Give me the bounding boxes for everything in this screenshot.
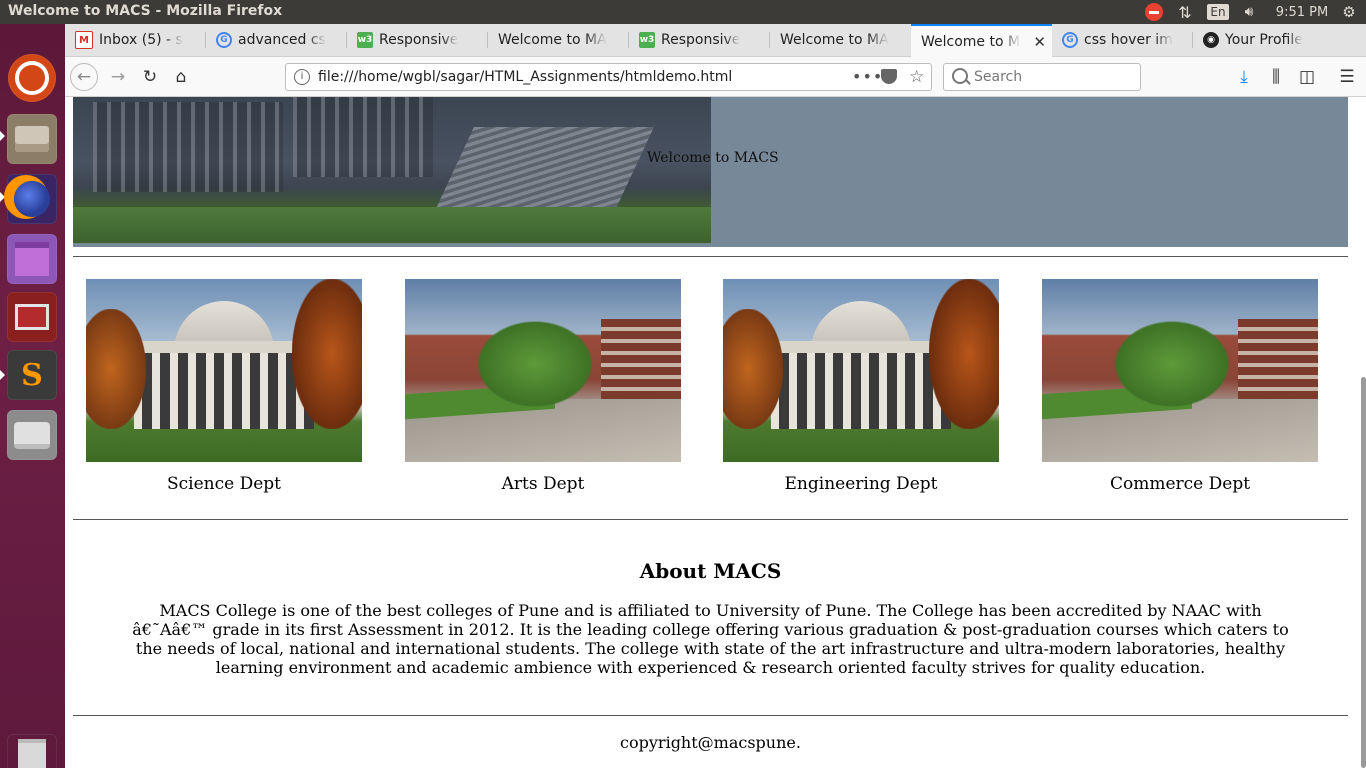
github-icon: ◉ (1203, 32, 1219, 48)
tab-title: Responsive (661, 32, 741, 48)
google-icon: G (1062, 32, 1078, 48)
terminal-icon[interactable] (7, 292, 57, 342)
launcher: S (0, 24, 65, 768)
w3schools-icon: w3 (639, 32, 655, 48)
tab-title: Responsive (379, 32, 459, 48)
page-content: Welcome to MACS Science Dept Arts Dept E… (65, 97, 1366, 768)
tab-title: Welcome to MA (921, 33, 1021, 50)
ubuntu-dash-icon[interactable] (8, 54, 56, 102)
address-bar[interactable]: i file:///home/wgbl/sagar/HTML_Assignmen… (285, 63, 932, 91)
divider (73, 256, 1348, 257)
firefox-icon[interactable] (7, 174, 57, 224)
tab-title: Your Profile (1225, 32, 1303, 48)
back-button[interactable]: ← (70, 63, 98, 91)
navigation-toolbar: ← → ↻ ⌂ i file:///home/wgbl/sagar/HTML_A… (65, 57, 1366, 97)
dept-caption: Arts Dept (501, 474, 585, 494)
tab-welcome-2[interactable]: Welcome to MA (770, 24, 911, 56)
search-icon (952, 68, 968, 84)
scrollbar[interactable] (1361, 377, 1366, 768)
dept-card-engineering[interactable]: Engineering Dept (723, 279, 999, 494)
dept-image[interactable] (405, 279, 681, 462)
divider (73, 715, 1348, 716)
tab-welcome-1[interactable]: Welcome to MA (488, 24, 629, 56)
pocket-icon[interactable] (881, 69, 897, 84)
tab-title: Inbox (5) - s (99, 32, 183, 48)
clock[interactable]: 9:51 PM (1272, 0, 1332, 24)
gmail-icon: M (75, 31, 93, 49)
tab-title: advanced cs (238, 32, 326, 48)
library-icon[interactable]: ⫼ (1262, 63, 1290, 91)
dept-caption: Science Dept (166, 474, 281, 494)
dept-image[interactable] (1042, 279, 1318, 462)
tab-your-profile[interactable]: ◉ Your Profile (1193, 24, 1326, 56)
window-title: Welcome to MACS - Mozilla Firefox (8, 3, 283, 19)
running-indicator (0, 370, 5, 380)
dept-caption: Engineering Dept (784, 474, 938, 494)
no-entry-icon[interactable] (1142, 0, 1166, 24)
app-window-icon[interactable] (7, 234, 57, 284)
menu-icon[interactable]: ☰ (1333, 63, 1361, 91)
dept-caption: Commerce Dept (1109, 474, 1251, 494)
tab-title: css hover im (1084, 32, 1173, 48)
tab-bar: M Inbox (5) - s G advanced cs w3 Respons… (65, 24, 1366, 57)
about-paragraph: MACS College is one of the best colleges… (132, 601, 1289, 677)
hero-campus-image (73, 97, 711, 243)
dept-image[interactable] (723, 279, 999, 462)
tab-title: Welcome to MA (498, 32, 607, 48)
url-text[interactable]: file:///home/wgbl/sagar/HTML_Assignments… (318, 69, 732, 85)
reload-button[interactable]: ↻ (136, 63, 164, 91)
files-icon[interactable] (7, 114, 57, 164)
dept-card-arts[interactable]: Arts Dept (405, 279, 681, 494)
search-bar[interactable]: Search (943, 63, 1141, 91)
tab-inbox[interactable]: M Inbox (5) - s (65, 24, 206, 56)
running-indicator (0, 192, 5, 202)
hero-welcome-text: Welcome to MACS (647, 150, 779, 166)
forward-button[interactable]: → (104, 63, 132, 91)
system-gear-icon[interactable]: ⚙ (1338, 0, 1360, 24)
tab-title: Welcome to MA (780, 32, 889, 48)
system-top-panel: Welcome to MACS - Mozilla Firefox ⇅ En 🔊… (0, 0, 1366, 24)
w3schools-icon: w3 (357, 32, 373, 48)
tab-advanced-css[interactable]: G advanced cs (206, 24, 347, 56)
dept-image[interactable] (86, 279, 362, 462)
bookmark-star-icon[interactable]: ☆ (909, 67, 924, 87)
close-tab-icon[interactable]: ✕ (1033, 33, 1046, 51)
trash-icon[interactable] (7, 734, 57, 768)
language-label: En (1207, 4, 1229, 20)
home-button[interactable]: ⌂ (167, 63, 195, 91)
sidebar-icon[interactable]: ◫ (1293, 63, 1321, 91)
disk-drive-icon[interactable] (7, 410, 57, 460)
running-indicator (0, 131, 5, 141)
dept-card-science[interactable]: Science Dept (86, 279, 362, 494)
sublime-text-icon[interactable]: S (7, 350, 57, 400)
tab-responsive-1[interactable]: w3 Responsive (347, 24, 488, 56)
downloads-icon[interactable]: ⤓ (1230, 63, 1258, 91)
network-icon[interactable]: ⇅ (1174, 0, 1196, 24)
hero-banner: Welcome to MACS (73, 97, 1348, 247)
tab-responsive-2[interactable]: w3 Responsive (629, 24, 770, 56)
info-icon[interactable]: i (294, 69, 310, 85)
volume-icon[interactable]: 🔊︎ (1238, 0, 1260, 24)
dept-card-commerce[interactable]: Commerce Dept (1042, 279, 1318, 494)
page-actions-icon[interactable]: ••• (852, 67, 883, 86)
footer-copyright: copyright@macspune. (620, 733, 801, 752)
tab-welcome-active[interactable]: Welcome to MA ✕ (911, 24, 1052, 57)
tab-css-hover[interactable]: G css hover im (1052, 24, 1193, 56)
google-icon: G (216, 32, 232, 48)
search-input[interactable]: Search (974, 69, 1022, 85)
divider (73, 519, 1348, 520)
keyboard-language-indicator[interactable]: En (1207, 0, 1229, 24)
about-heading: About MACS (639, 559, 782, 583)
